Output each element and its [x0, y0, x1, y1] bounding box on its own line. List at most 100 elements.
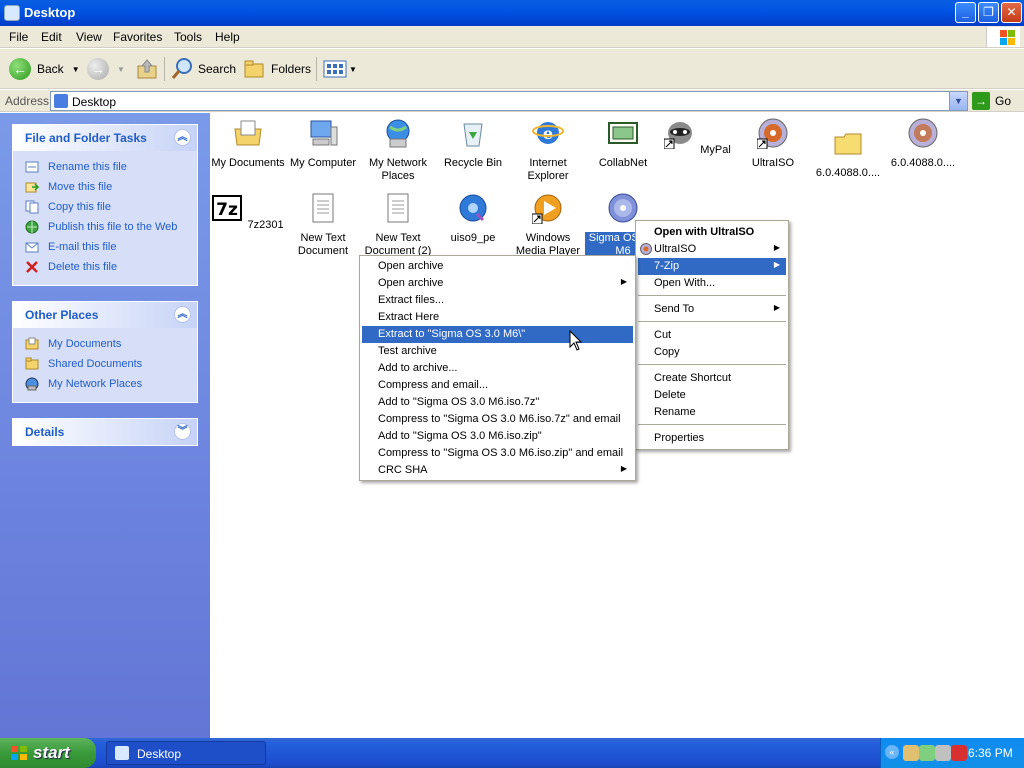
menu-rename[interactable]: Rename [638, 404, 786, 421]
desktop-icon-my-computer[interactable]: My Computer [285, 117, 361, 170]
panel-header[interactable]: Details ︾ [13, 419, 197, 445]
views-button[interactable]: ▼ [323, 57, 357, 81]
task-move-file[interactable]: Move this file [13, 177, 197, 197]
go-button[interactable]: → Go [972, 91, 1022, 111]
my-documents-small-icon [25, 337, 39, 350]
menu-view[interactable]: View [76, 30, 102, 44]
7zip-submenu: Open archive Open archive ▶ Extract files… [359, 255, 636, 481]
menu-delete[interactable]: Delete [638, 387, 786, 404]
zip-open-archive-submenu[interactable]: Open archive ▶ [362, 275, 633, 292]
panel-header[interactable]: File and Folder Tasks ︽ [13, 125, 197, 151]
zip-extract-files[interactable]: Extract files... [362, 292, 633, 309]
maximize-button[interactable]: ❐ [978, 2, 999, 23]
desktop-icon-network-places[interactable]: My Network Places [360, 117, 436, 183]
security-shield-icon[interactable] [951, 745, 967, 761]
menu-open-with[interactable]: Open With... [638, 275, 786, 292]
context-menu: Open with UltraISO UltraISO ▶ 7-Zip ▶ Open… [635, 220, 789, 450]
views-dropdown-icon[interactable]: ▼ [349, 65, 357, 74]
up-folder-button[interactable] [136, 57, 158, 81]
menu-7zip[interactable]: 7-Zip ▶ [638, 258, 786, 275]
search-label: Search [198, 62, 237, 76]
start-button[interactable]: start [0, 738, 96, 768]
zip-add-to-7z[interactable]: Add to "Sigma OS 3.0 M6.iso.7z" [362, 394, 633, 411]
task-publish-web[interactable]: Publish this file to the Web [13, 217, 197, 237]
folders-button[interactable]: Folders [243, 57, 311, 81]
details-panel: Details ︾ [12, 418, 198, 446]
minimize-button[interactable]: _ [955, 2, 976, 23]
task-delete-file[interactable]: Delete this file [13, 257, 197, 277]
zip-crc-sha[interactable]: CRC SHA ▶ [362, 462, 633, 479]
place-my-documents[interactable]: My Documents [13, 334, 197, 354]
menu-create-shortcut[interactable]: Create Shortcut [638, 370, 786, 387]
menu-favorites[interactable]: Favorites [113, 30, 162, 44]
menu-copy[interactable]: Copy [638, 344, 786, 361]
search-button[interactable]: Search [171, 57, 236, 81]
tray-network-icon[interactable] [919, 745, 935, 761]
collapse-chevron-icon[interactable]: ︽ [174, 306, 191, 323]
zip-add-to-archive[interactable]: Add to archive... [362, 360, 633, 377]
collapse-chevron-icon[interactable]: ︽ [174, 129, 191, 146]
zip-compress-email[interactable]: Compress and email... [362, 377, 633, 394]
menu-open-with-ultraiso[interactable]: Open with UltraISO [638, 224, 786, 241]
7zip-icon: 7z [212, 195, 243, 221]
zip-extract-to-folder[interactable]: Extract to "Sigma OS 3.0 M6\" [362, 326, 633, 343]
menu-help[interactable]: Help [215, 30, 240, 44]
menu-edit[interactable]: Edit [41, 30, 62, 44]
forward-dropdown-icon[interactable]: ▼ [117, 65, 125, 74]
desktop-icon-ultraiso[interactable]: UltraISO [735, 117, 811, 170]
forward-button[interactable]: → ▼ [87, 57, 125, 81]
zip-compress-7z-email[interactable]: Compress to "Sigma OS 3.0 M6.iso.7z" and… [362, 411, 633, 428]
file-view[interactable]: My Documents My Computer My Network Plac… [210, 113, 1024, 738]
desktop-icon-my-documents[interactable]: My Documents [210, 117, 286, 170]
desktop-icon-new-text-document[interactable]: New Text Document [285, 192, 361, 258]
taskbar-button-desktop[interactable]: Desktop [106, 741, 266, 765]
back-dropdown-icon[interactable]: ▼ [72, 65, 80, 74]
back-arrow-icon: ← [9, 58, 31, 80]
menu-send-to[interactable]: Send To ▶ [638, 301, 786, 318]
menu-ultraiso[interactable]: UltraISO ▶ [638, 241, 786, 258]
desktop-icon-internet-explorer[interactable]: e Internet Explorer [510, 117, 586, 183]
panel-header[interactable]: Other Places ︽ [13, 302, 197, 328]
folders-label: Folders [271, 62, 312, 76]
desktop-icon-windows-media-player[interactable]: Windows Media Player [510, 192, 586, 258]
menu-divider [638, 364, 786, 365]
desktop-icon-new-text-document-2[interactable]: New Text Document (2) [360, 192, 436, 258]
desktop-icon-7z2301[interactable]: 7z 7z2301 [210, 192, 286, 232]
menu-cut[interactable]: Cut [638, 327, 786, 344]
title-bar[interactable]: Desktop _ ❐ ✕ [0, 0, 1024, 26]
windows-logo-icon [986, 27, 1020, 47]
task-rename-file[interactable]: Rename this file [13, 157, 197, 177]
menu-file[interactable]: File [9, 30, 28, 44]
zip-add-to-zip[interactable]: Add to "Sigma OS 3.0 M6.iso.zip" [362, 428, 633, 445]
desktop-icon-uiso9-pe[interactable]: uiso9_pe [435, 192, 511, 245]
expand-chevron-icon[interactable]: ︾ [174, 423, 191, 440]
place-shared-documents[interactable]: Shared Documents [13, 354, 197, 374]
zip-test-archive[interactable]: Test archive [362, 343, 633, 360]
address-input[interactable]: Desktop ▼ [50, 91, 968, 111]
zip-extract-here[interactable]: Extract Here [362, 309, 633, 326]
menu-properties[interactable]: Properties [638, 430, 786, 447]
toolbar: ← Back ▼ → ▼ Search Folders ▼ [0, 49, 1024, 89]
tray-app-icon[interactable] [903, 745, 919, 761]
toolbar-separator [316, 57, 317, 81]
clock[interactable]: 6:36 PM [968, 746, 1013, 760]
close-button[interactable]: ✕ [1001, 2, 1022, 23]
network-small-icon [25, 377, 39, 391]
back-button[interactable]: ← Back ▼ [9, 57, 80, 81]
zip-compress-zip-email[interactable]: Compress to "Sigma OS 3.0 M6.iso.zip" an… [362, 445, 633, 462]
desktop-icon-mypal[interactable]: MyPal [660, 117, 736, 157]
zip-open-archive[interactable]: Open archive [362, 258, 633, 275]
tray-expand-icon[interactable]: « [885, 745, 899, 759]
desktop-icon-recycle-bin[interactable]: Recycle Bin [435, 117, 511, 170]
menu-tools[interactable]: Tools [174, 30, 202, 44]
address-dropdown-button[interactable]: ▼ [949, 92, 967, 110]
desktop-icon-collabnet[interactable]: CollabNet [585, 117, 661, 170]
mypal-icon [663, 122, 693, 150]
tray-update-icon[interactable] [935, 745, 951, 761]
rename-icon [25, 161, 39, 173]
task-copy-file[interactable]: Copy this file [13, 197, 197, 217]
task-email-file[interactable]: E-mail this file [13, 237, 197, 257]
desktop-icon-iso-6-0-4088[interactable]: 6.0.4088.0.... [885, 117, 961, 170]
place-network-places[interactable]: My Network Places [13, 374, 197, 394]
desktop-icon-folder-6-0-4088[interactable]: 6.0.4088.0.... [810, 127, 886, 180]
